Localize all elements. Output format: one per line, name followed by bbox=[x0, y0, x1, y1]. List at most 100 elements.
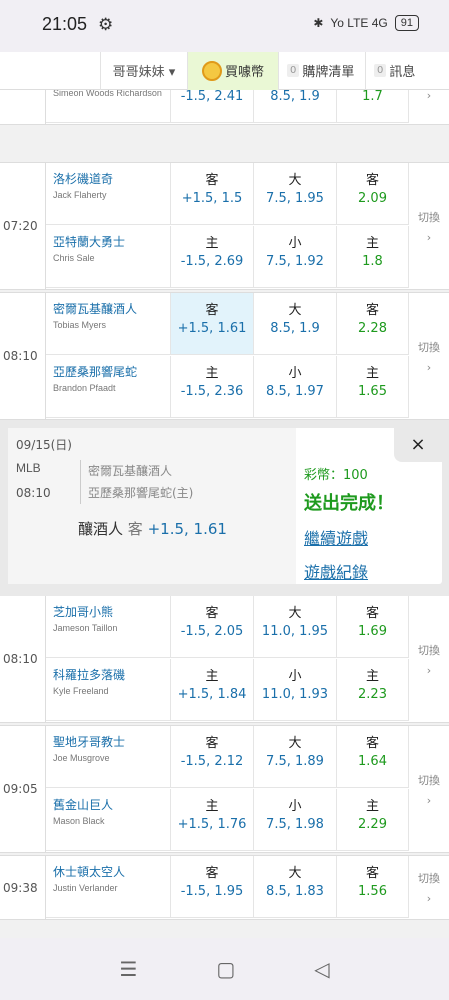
home-icon[interactable]: ▢ bbox=[216, 957, 235, 981]
pitcher-name: Kyle Freeland bbox=[53, 686, 109, 696]
chevron-right-icon: › bbox=[426, 360, 432, 374]
msg-count-badge: 0 bbox=[374, 64, 387, 77]
game-history-link[interactable]: 遊戲紀錄 bbox=[304, 559, 394, 583]
coin-icon bbox=[201, 60, 222, 81]
moneyline-odds-cell[interactable]: 客 1.56 bbox=[337, 856, 409, 917]
game-time: 07:20 bbox=[0, 163, 46, 289]
moneyline-side: 客 bbox=[365, 173, 379, 188]
buy-coin-button[interactable]: 買噱幣 bbox=[188, 51, 278, 90]
team-row: 科羅拉多落磯 Kyle Freeland 主 +1.5, 1.84 小 11.0, 1.9… bbox=[46, 659, 409, 721]
system-nav-bar: ☰ ▢ ◁ bbox=[0, 938, 449, 1000]
total-odds-cell[interactable]: 小 7.5, 1.92 bbox=[254, 226, 337, 287]
team-cell[interactable]: 亞特蘭大勇士 Chris Sale bbox=[46, 226, 171, 287]
total-odds: 11.0, 1.93 bbox=[261, 687, 329, 702]
moneyline-odds-cell[interactable]: 客 2.28 bbox=[337, 293, 409, 354]
close-icon[interactable]: × bbox=[394, 426, 442, 462]
pitcher-name: Jack Flaherty bbox=[53, 190, 107, 200]
spread-odds-cell[interactable]: 客 +1.5, 1.5 bbox=[171, 163, 254, 224]
switch-button[interactable]: 切換 › bbox=[409, 596, 449, 722]
total-side: 大 bbox=[288, 173, 302, 188]
bet-league: MLB bbox=[16, 461, 41, 475]
team-cell[interactable]: 亞歷桑那響尾蛇 Brandon Pfaadt bbox=[46, 356, 171, 417]
total-side: 大 bbox=[288, 303, 302, 318]
total-odds: 11.0, 1.95 bbox=[261, 624, 329, 639]
switch-button[interactable]: › bbox=[409, 90, 449, 124]
user-dropdown[interactable]: 哥哥妹妹 ▾ bbox=[100, 51, 188, 90]
moneyline-odds: 2.09 bbox=[358, 191, 387, 206]
buy-coin-label: 買噱幣 bbox=[224, 65, 264, 80]
moneyline-odds-cell[interactable]: 主1.7 bbox=[337, 90, 409, 122]
spread-odds-cell[interactable]: 客 -1.5, 1.95 bbox=[171, 856, 254, 917]
chevron-right-icon: › bbox=[426, 892, 432, 905]
team-row: 密爾瓦基釀酒人 Tobias Myers 客 +1.5, 1.61 大 8.5, 1.9 客… bbox=[46, 293, 409, 355]
total-odds-cell[interactable]: 大 8.5, 1.9 bbox=[254, 293, 337, 354]
team-cell[interactable]: 明尼蘇達雙城Simeon Woods Richardson bbox=[46, 90, 171, 122]
moneyline-odds-cell[interactable]: 客 2.09 bbox=[337, 163, 409, 224]
moneyline-side: 客 bbox=[365, 303, 379, 318]
messages-button[interactable]: 0 訊息 bbox=[365, 51, 449, 90]
moneyline-odds-cell[interactable]: 主 2.29 bbox=[337, 789, 409, 850]
moneyline-odds-cell[interactable]: 主 1.65 bbox=[337, 356, 409, 417]
moneyline-side: 客 bbox=[365, 866, 379, 881]
total-odds-cell[interactable]: 大 8.5, 1.83 bbox=[254, 856, 337, 917]
total-side: 小 bbox=[288, 236, 302, 251]
total-side: 大 bbox=[288, 866, 302, 881]
switch-button[interactable]: 切換 › bbox=[409, 163, 449, 289]
team-row: 休士頓太空人 Justin Verlander 客 -1.5, 1.95 大 8.5, 1… bbox=[46, 856, 409, 918]
spread-odds-cell[interactable]: 客 -1.5, 2.05 bbox=[171, 596, 254, 657]
spread-side: 客 bbox=[205, 866, 219, 881]
sent-message: 送出完成！ bbox=[304, 493, 394, 514]
moneyline-odds-cell[interactable]: 主 2.23 bbox=[337, 659, 409, 720]
total-odds-cell[interactable]: 大 7.5, 1.89 bbox=[254, 726, 337, 787]
total-odds-cell[interactable]: 小 7.5, 1.98 bbox=[254, 789, 337, 850]
total-odds: 8.5, 1.97 bbox=[266, 384, 324, 399]
game-block: 09:05 聖地牙哥教士 Joe Musgrove 客 -1.5, 2.12 大 7.5, … bbox=[0, 725, 449, 853]
moneyline-odds-cell[interactable]: 主 1.8 bbox=[337, 226, 409, 287]
team-cell[interactable]: 舊金山巨人 Mason Black bbox=[46, 789, 171, 850]
team-row: 亞特蘭大勇士 Chris Sale 主 -1.5, 2.69 小 7.5, 1.92 主 1.… bbox=[46, 226, 409, 288]
spread-odds-cell[interactable]: 主-1.5, 2.41 bbox=[171, 90, 254, 122]
team-cell[interactable]: 密爾瓦基釀酒人 Tobias Myers bbox=[46, 293, 171, 354]
total-odds-cell[interactable]: 小 8.5, 1.97 bbox=[254, 356, 337, 417]
switch-button[interactable]: 切換 › bbox=[409, 726, 449, 852]
moneyline-odds-cell[interactable]: 客 1.64 bbox=[337, 726, 409, 787]
spread-odds-cell[interactable]: 主 -1.5, 2.69 bbox=[171, 226, 254, 287]
team-cell[interactable]: 休士頓太空人 Justin Verlander bbox=[46, 856, 171, 917]
switch-label: 切換 bbox=[418, 210, 440, 224]
spread-odds-cell[interactable]: 主 -1.5, 2.36 bbox=[171, 356, 254, 417]
bet-teams: 密爾瓦基釀酒人 亞歷桑那響尾蛇(主) bbox=[80, 460, 193, 504]
bet-summary: 09/15(日) MLB 08:10 密爾瓦基釀酒人 亞歷桑那響尾蛇(主) 釀酒… bbox=[8, 428, 296, 584]
spread-odds-cell[interactable]: 主 +1.5, 1.76 bbox=[171, 789, 254, 850]
cart-button[interactable]: 0 購牌清單 bbox=[278, 51, 365, 90]
spread-odds-cell[interactable]: 客 -1.5, 2.12 bbox=[171, 726, 254, 787]
total-odds: 7.5, 1.92 bbox=[266, 254, 324, 269]
battery-icon: 91 bbox=[394, 15, 419, 31]
total-odds-cell[interactable]: 大 11.0, 1.95 bbox=[254, 596, 337, 657]
bet-pick-side: 客 bbox=[127, 520, 143, 538]
status-bar: 21:05 ⚙ ✱ Yo LTE 4G 91 bbox=[0, 0, 449, 52]
total-odds-cell[interactable]: 小 11.0, 1.93 bbox=[254, 659, 337, 720]
continue-game-link[interactable]: 繼續遊戲 bbox=[304, 525, 394, 549]
team-cell[interactable]: 芝加哥小熊 Jameson Taillon bbox=[46, 596, 171, 657]
total-odds-cell[interactable]: 小8.5, 1.9 bbox=[254, 90, 337, 122]
back-icon[interactable]: ◁ bbox=[314, 957, 329, 981]
spread-odds-cell[interactable]: 主 +1.5, 1.84 bbox=[171, 659, 254, 720]
team-cell[interactable]: 科羅拉多落磯 Kyle Freeland bbox=[46, 659, 171, 720]
gear-icon: ⚙ bbox=[98, 15, 114, 35]
spread-odds-cell[interactable]: 客 +1.5, 1.61 bbox=[171, 293, 254, 354]
bet-confirmation-card: 09/15(日) MLB 08:10 密爾瓦基釀酒人 亞歷桑那響尾蛇(主) 釀酒… bbox=[8, 426, 442, 584]
team-cell[interactable]: 洛杉磯道奇 Jack Flaherty bbox=[46, 163, 171, 224]
game-time bbox=[0, 90, 46, 124]
game-block: 明尼蘇達雙城Simeon Woods Richardson主-1.5, 2.41… bbox=[0, 90, 449, 125]
switch-label: 切換 bbox=[418, 340, 440, 354]
team-cell[interactable]: 聖地牙哥教士 Joe Musgrove bbox=[46, 726, 171, 787]
menu-icon[interactable]: ☰ bbox=[119, 957, 137, 981]
switch-button[interactable]: 切換 › bbox=[409, 293, 449, 419]
total-odds-cell[interactable]: 大 7.5, 1.95 bbox=[254, 163, 337, 224]
spread-side: 客 bbox=[205, 303, 219, 318]
team-name: 舊金山巨人 bbox=[53, 798, 114, 812]
moneyline-side: 客 bbox=[365, 736, 379, 751]
moneyline-odds-cell[interactable]: 客 1.69 bbox=[337, 596, 409, 657]
team-name: 洛杉磯道奇 bbox=[53, 172, 114, 186]
switch-button[interactable]: 切換 › bbox=[409, 856, 449, 919]
